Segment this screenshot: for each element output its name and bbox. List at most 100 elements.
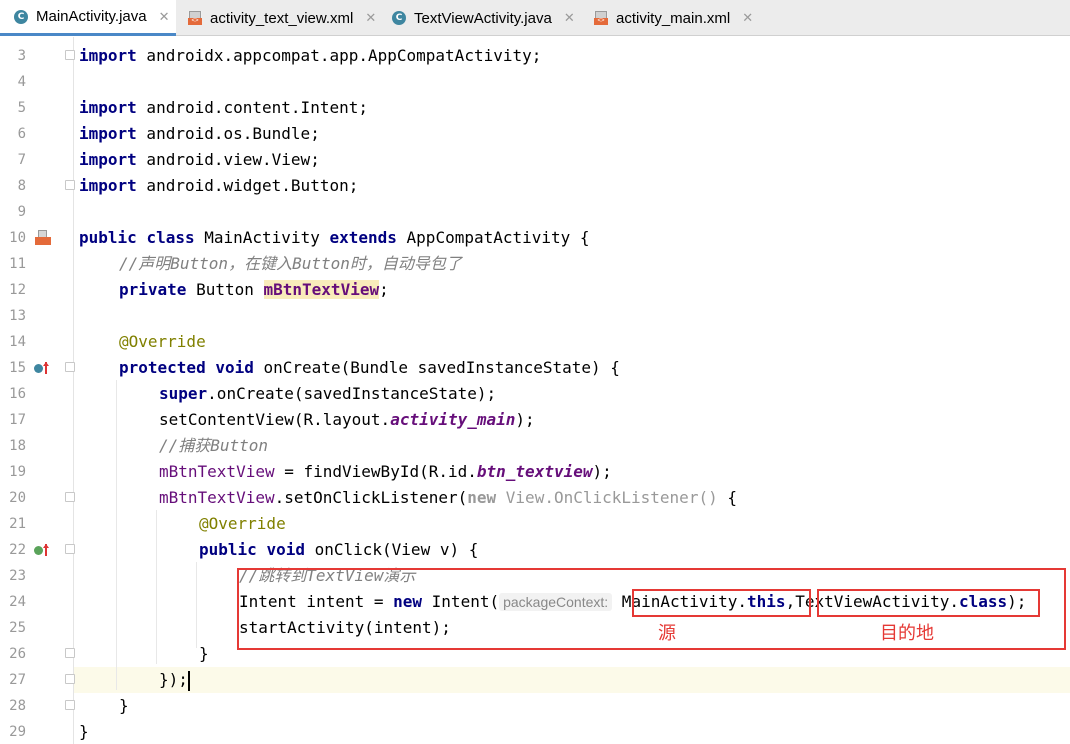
activity-layout-icon[interactable] [35, 230, 51, 246]
code-line-14[interactable]: @Override [119, 329, 206, 355]
close-icon[interactable]: ✕ [564, 10, 575, 26]
field-name: activity_main [390, 410, 516, 429]
indent-guide [116, 380, 117, 690]
code-text: ); [592, 462, 612, 481]
indent-guide [156, 510, 157, 664]
code-line-6[interactable]: import android.os.Bundle; [79, 121, 320, 147]
code-text: android.widget.Button; [136, 176, 359, 195]
code-line-26[interactable]: } [199, 641, 209, 667]
code-line-3[interactable]: import androidx.appcompat.app.AppCompatA… [79, 43, 541, 69]
line-number: 20 [9, 490, 26, 506]
code-line-19[interactable]: mBtnTextView = findViewById(R.id.btn_tex… [159, 459, 612, 485]
code-line-10[interactable]: public class MainActivity extends AppCom… [79, 225, 590, 251]
line-number: 10 [9, 230, 26, 246]
override-method-icon[interactable] [34, 362, 50, 376]
code-line-22[interactable]: public void onClick(View v) { [199, 537, 478, 563]
fold-marker[interactable] [65, 180, 75, 190]
line-number: 27 [9, 672, 26, 688]
keyword: import [79, 46, 137, 65]
code-line-5[interactable]: import android.content.Intent; [79, 95, 368, 121]
line-number: 13 [9, 308, 26, 324]
code-text: android.view.View; [136, 150, 320, 169]
code-line-8[interactable]: import android.widget.Button; [79, 173, 358, 199]
tab-main-activity-java[interactable]: C MainActivity.java ✕ [0, 0, 176, 36]
code-text: { [717, 488, 737, 507]
line-number: 8 [17, 178, 26, 194]
line-number: 11 [9, 256, 26, 272]
line-number: 21 [9, 516, 26, 532]
code-line-15[interactable]: protected void onCreate(Bundle savedInst… [119, 355, 620, 381]
source-label: 源 [658, 623, 676, 644]
line-number: 5 [17, 100, 26, 116]
line-number: 6 [17, 126, 26, 142]
fold-marker[interactable] [65, 648, 75, 658]
code-text: ); [515, 410, 535, 429]
field-name: mBtnTextView [159, 462, 275, 481]
tab-label: activity_main.xml [616, 9, 731, 27]
code-text: .onCreate(savedInstanceState); [207, 384, 497, 403]
keyword: public [79, 228, 137, 247]
keyword: extends [329, 228, 397, 247]
keyword: super [159, 384, 208, 403]
destination-argument-box [817, 589, 1040, 617]
tab-label: activity_text_view.xml [210, 9, 354, 27]
comment: //声明Button，在键入Button时，自动导包了 [119, 254, 462, 273]
code-line-20[interactable]: mBtnTextView.setOnClickListener(new View… [159, 485, 737, 511]
field-name: mBtnTextView [159, 488, 275, 507]
close-icon[interactable]: ✕ [365, 10, 376, 26]
tab-activity-text-view-xml[interactable]: activity_text_view.xml ✕ [178, 0, 388, 36]
line-number: 24 [9, 594, 26, 610]
line-number: 4 [17, 74, 26, 90]
source-argument-box [632, 589, 811, 617]
implement-method-icon[interactable] [34, 544, 50, 558]
code-line-7[interactable]: import android.view.View; [79, 147, 320, 173]
code-text: } [199, 644, 209, 663]
fold-marker[interactable] [65, 50, 75, 60]
code-line-18[interactable]: //捕获Button [159, 433, 268, 459]
code-line-21[interactable]: @Override [199, 511, 286, 537]
code-text: AppCompatActivity { [396, 228, 590, 247]
code-text: ; [379, 280, 389, 299]
close-icon[interactable]: ✕ [742, 10, 753, 26]
line-number: 18 [9, 438, 26, 454]
fold-marker[interactable] [65, 544, 75, 554]
class-name: MainActivity [194, 228, 330, 247]
code-text: }); [159, 670, 188, 689]
keyword: import [79, 124, 137, 143]
code-line-12[interactable]: private Button mBtnTextView; [119, 277, 389, 303]
java-class-icon: C [392, 11, 406, 25]
field-name: btn_textview [476, 462, 593, 481]
code-line-29[interactable]: } [79, 719, 89, 744]
code-text: android.content.Intent; [136, 98, 368, 117]
code-line-27[interactable]: }); [159, 667, 190, 693]
fold-marker[interactable] [65, 700, 75, 710]
keyword: class [146, 228, 195, 247]
code-line-28[interactable]: } [119, 693, 129, 719]
annotation: @Override [119, 332, 206, 351]
tab-activity-main-xml[interactable]: activity_main.xml ✕ [586, 0, 776, 36]
close-icon[interactable]: ✕ [159, 9, 170, 25]
code-line-11[interactable]: //声明Button，在键入Button时，自动导包了 [119, 251, 462, 277]
fold-marker[interactable] [65, 492, 75, 502]
tab-label: MainActivity.java [36, 8, 147, 25]
code-line-16[interactable]: super.onCreate(savedInstanceState); [159, 381, 496, 407]
line-number: 15 [9, 360, 26, 376]
keyword: new [467, 488, 497, 507]
line-number: 14 [9, 334, 26, 350]
fold-marker[interactable] [65, 674, 75, 684]
text-cursor [187, 670, 190, 691]
keyword: public [199, 540, 257, 559]
keyword: void [215, 358, 254, 377]
line-number: 12 [9, 282, 26, 298]
code-line-17[interactable]: setContentView(R.layout.activity_main); [159, 407, 535, 433]
field-name: mBtnTextView [263, 280, 380, 299]
fold-marker[interactable] [65, 362, 75, 372]
code-text: android.os.Bundle; [136, 124, 320, 143]
tab-text-view-activity-java[interactable]: C TextViewActivity.java ✕ [384, 0, 584, 36]
editor-tab-bar: C MainActivity.java ✕ activity_text_view… [0, 0, 1070, 36]
java-class-icon: C [14, 9, 28, 24]
line-number: 25 [9, 620, 26, 636]
code-text: Button [186, 280, 264, 299]
keyword: import [79, 176, 137, 195]
code-text: = findViewById(R.id. [274, 462, 477, 481]
